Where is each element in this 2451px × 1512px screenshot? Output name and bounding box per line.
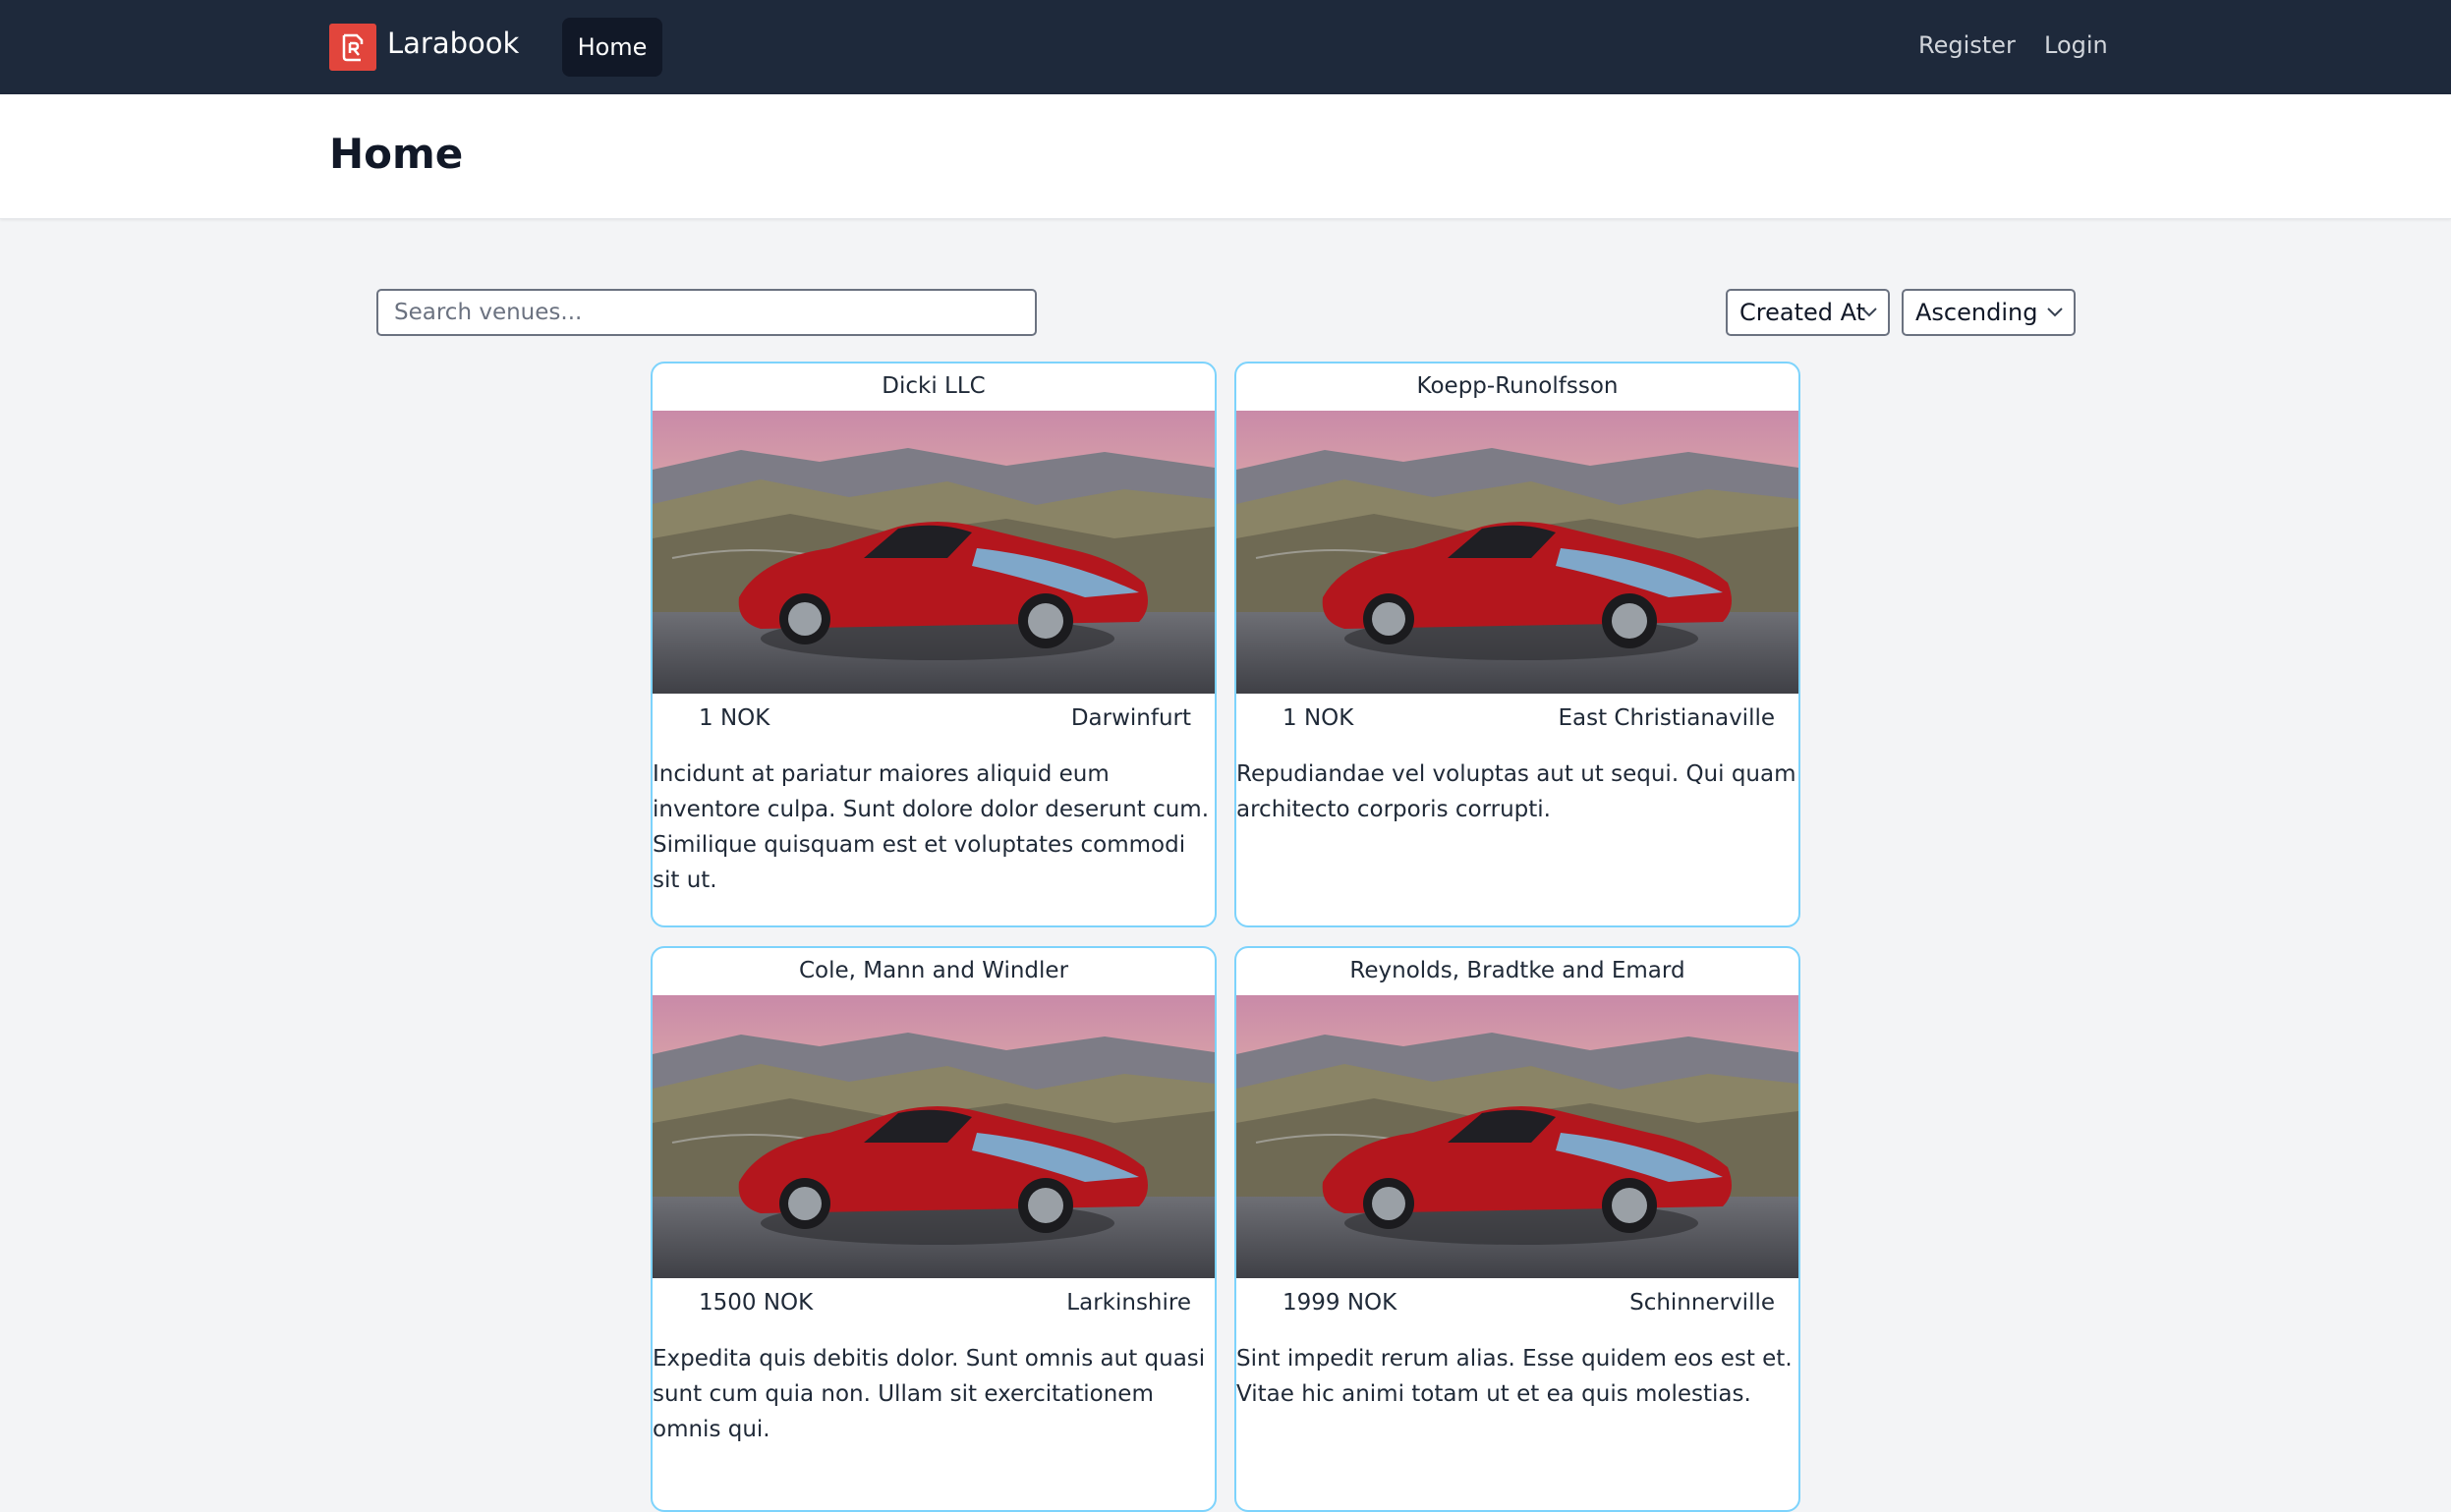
page-header: Home xyxy=(0,94,2451,219)
venue-card[interactable]: Koepp-Runolfsson 1 NOK East Christianavi… xyxy=(1234,362,1800,927)
top-navbar: Larabook Home Register Login xyxy=(0,0,2451,94)
venue-city: Schinnerville xyxy=(1629,1290,1775,1316)
page-title: Home xyxy=(329,130,464,178)
venue-name: Koepp-Runolfsson xyxy=(1416,373,1619,399)
nav-link-home[interactable]: Home xyxy=(562,18,662,77)
venue-price: 1 NOK xyxy=(699,705,770,731)
nav-link-register[interactable]: Register xyxy=(1918,31,2016,59)
sort-by-value: Created At xyxy=(1739,299,1866,326)
venue-name: Reynolds, Bradtke and Emard xyxy=(1349,958,1685,983)
venue-image xyxy=(1236,411,1798,694)
chevron-down-icon xyxy=(2047,308,2063,317)
venue-description: Sint impedit rerum alias. Esse quidem eo… xyxy=(1236,1346,1793,1407)
search-input[interactable] xyxy=(376,289,1037,336)
chevron-down-icon xyxy=(1861,308,1877,317)
venue-city: Larkinshire xyxy=(1066,1290,1191,1316)
sort-by-select[interactable]: Created At xyxy=(1726,289,1890,336)
venue-city: East Christianaville xyxy=(1558,705,1775,731)
venue-image xyxy=(1236,995,1798,1278)
venue-name: Cole, Mann and Windler xyxy=(798,958,1069,983)
brand-logo-icon[interactable] xyxy=(329,24,376,71)
sort-order-select[interactable]: Ascending xyxy=(1902,289,2076,336)
venue-image xyxy=(653,411,1215,694)
venue-image xyxy=(653,995,1215,1278)
nav-link-login[interactable]: Login xyxy=(2044,31,2108,59)
venue-name: Dicki LLC xyxy=(882,373,986,399)
venue-price: 1500 NOK xyxy=(699,1290,814,1316)
venue-price: 1 NOK xyxy=(1282,705,1354,731)
venue-card[interactable]: Dicki LLC 1 NOK Darwinfurt Incidunt at p… xyxy=(651,362,1217,927)
venue-price: 1999 NOK xyxy=(1282,1290,1397,1316)
brand-name[interactable]: Larabook xyxy=(387,27,519,60)
venue-description: Repudiandae vel voluptas aut ut sequi. Q… xyxy=(1236,761,1796,822)
venue-description: Expedita quis debitis dolor. Sunt omnis … xyxy=(653,1346,1206,1442)
venue-description: Incidunt at pariatur maiores aliquid eum… xyxy=(653,761,1210,893)
venue-city: Darwinfurt xyxy=(1070,705,1191,731)
sort-order-value: Ascending xyxy=(1915,299,2038,326)
